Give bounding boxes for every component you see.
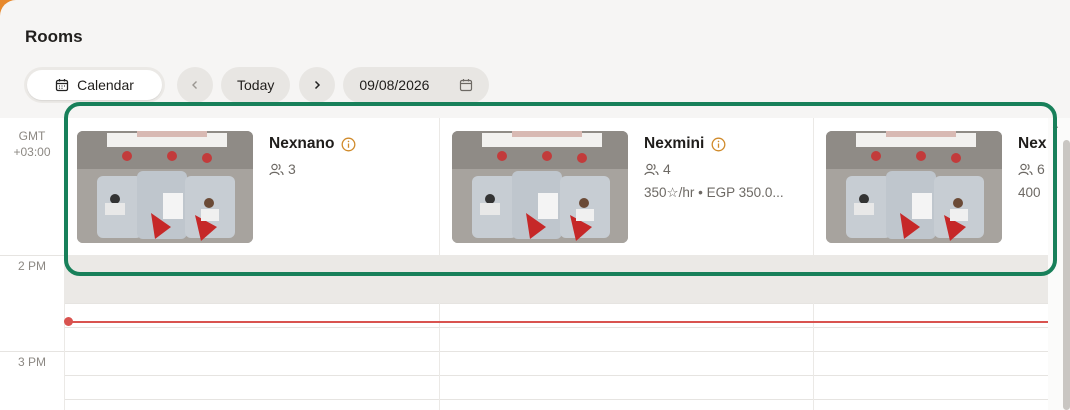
timezone-offset: +03:00	[13, 145, 51, 159]
date-picker[interactable]: 09/08/2026	[343, 67, 490, 103]
date-value: 09/08/2026	[359, 77, 430, 93]
calendar-icon	[55, 78, 69, 92]
quarter-line	[65, 327, 1048, 328]
scrollbar-thumb[interactable]	[1063, 140, 1070, 410]
calendar-icon	[459, 78, 473, 92]
rooms-highlight-outline	[64, 102, 1057, 276]
calendar-button-label: Calendar	[77, 77, 134, 93]
prev-day-button[interactable]	[177, 67, 213, 103]
chevron-right-icon	[312, 80, 322, 90]
chevron-left-icon	[190, 80, 200, 90]
half-hour-line	[65, 399, 1048, 400]
timezone-gmt: GMT	[18, 129, 46, 143]
quarter-line	[65, 375, 1048, 376]
current-time-line	[68, 321, 1048, 323]
timezone-label: GMT +03:00	[0, 128, 64, 160]
time-column-line	[0, 255, 64, 256]
page-title: Rooms	[25, 27, 83, 46]
hour-label: 3 PM	[17, 355, 46, 369]
toolbar: Calendar Today 09/08/2026	[24, 67, 490, 103]
hour-label: 2 PM	[17, 259, 46, 273]
half-hour-line	[65, 303, 1048, 304]
rooms-panel: Rooms Calendar Today 09/08/2026 GMT +03:…	[0, 0, 1070, 410]
hour-line	[65, 351, 1048, 352]
today-button[interactable]: Today	[221, 67, 291, 103]
time-column-line	[0, 351, 64, 352]
calendar-view-toggle[interactable]: Calendar	[24, 67, 165, 103]
next-day-button[interactable]	[299, 67, 336, 103]
current-time-dot	[64, 317, 73, 326]
